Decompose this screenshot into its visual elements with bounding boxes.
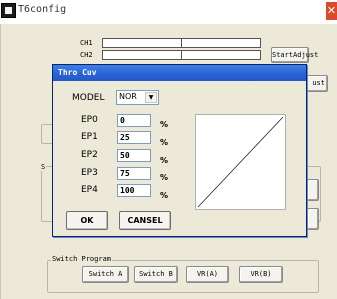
- title-bar[interactable]: T6config ✕: [0, 0, 337, 24]
- switch-a-button[interactable]: Switch A: [82, 266, 129, 283]
- ep0-input[interactable]: 0: [117, 114, 151, 127]
- switch-b-button[interactable]: Switch B: [134, 266, 178, 283]
- ep3-input[interactable]: 75: [117, 167, 151, 180]
- ep1-input[interactable]: 25: [117, 131, 151, 144]
- app-icon: [1, 3, 16, 18]
- dialog-title-bar[interactable]: Thro Cuv: [53, 65, 306, 81]
- dialog-title: Thro Cuv: [58, 68, 97, 77]
- model-select-value: NOR: [119, 92, 137, 101]
- throttle-curve-line: [197, 116, 284, 208]
- ch2-label: CH2: [80, 51, 93, 59]
- ch1-bar: [102, 38, 261, 48]
- ep1-label: EP1: [81, 132, 98, 142]
- dialog-body: MODEL NOR ▼ EP0 0 % EP1 25 % EP2 50 % EP…: [53, 81, 306, 236]
- start-adjust-button[interactable]: StartAdjust: [271, 47, 318, 63]
- close-icon[interactable]: ✕: [326, 2, 337, 20]
- ch1-label: CH1: [80, 39, 93, 47]
- ep1-unit: %: [160, 138, 169, 147]
- throttle-curve-dialog: Thro Cuv MODEL NOR ▼ EP0 0 % EP1 25 % EP…: [52, 64, 307, 237]
- throttle-curve-chart: [195, 114, 286, 210]
- switch-program-label: Switch Program: [51, 255, 113, 263]
- ep0-unit: %: [160, 120, 169, 129]
- curve-svg: [197, 116, 284, 208]
- ch2-bar: [102, 50, 261, 60]
- ep4-input[interactable]: 100: [117, 184, 151, 197]
- main-window: T6config ✕ CH1 CH2 StartAdjust ust S Swi…: [0, 0, 337, 299]
- model-label: MODEL: [72, 93, 105, 103]
- ep2-unit: %: [160, 156, 169, 165]
- ok-button[interactable]: OK: [66, 211, 108, 230]
- background-button-partial-1[interactable]: [307, 179, 319, 201]
- chevron-down-icon[interactable]: ▼: [145, 92, 157, 103]
- ep4-label: EP4: [81, 185, 98, 195]
- vr-a-button[interactable]: VR(A): [186, 266, 229, 283]
- ep2-label: EP2: [81, 150, 98, 160]
- ep2-input[interactable]: 50: [117, 149, 151, 162]
- vr-b-button[interactable]: VR(B): [239, 266, 283, 283]
- model-select[interactable]: NOR ▼: [116, 90, 159, 105]
- ep3-unit: %: [160, 173, 169, 182]
- window-title: T6config: [18, 4, 67, 15]
- background-group-label-fragment: S: [40, 163, 47, 171]
- background-button-partial-2[interactable]: [307, 208, 319, 230]
- cancel-button[interactable]: CANSEL: [119, 211, 171, 230]
- ep4-unit: %: [160, 191, 169, 200]
- ep0-label: EP0: [81, 115, 98, 125]
- ep3-label: EP3: [81, 168, 98, 178]
